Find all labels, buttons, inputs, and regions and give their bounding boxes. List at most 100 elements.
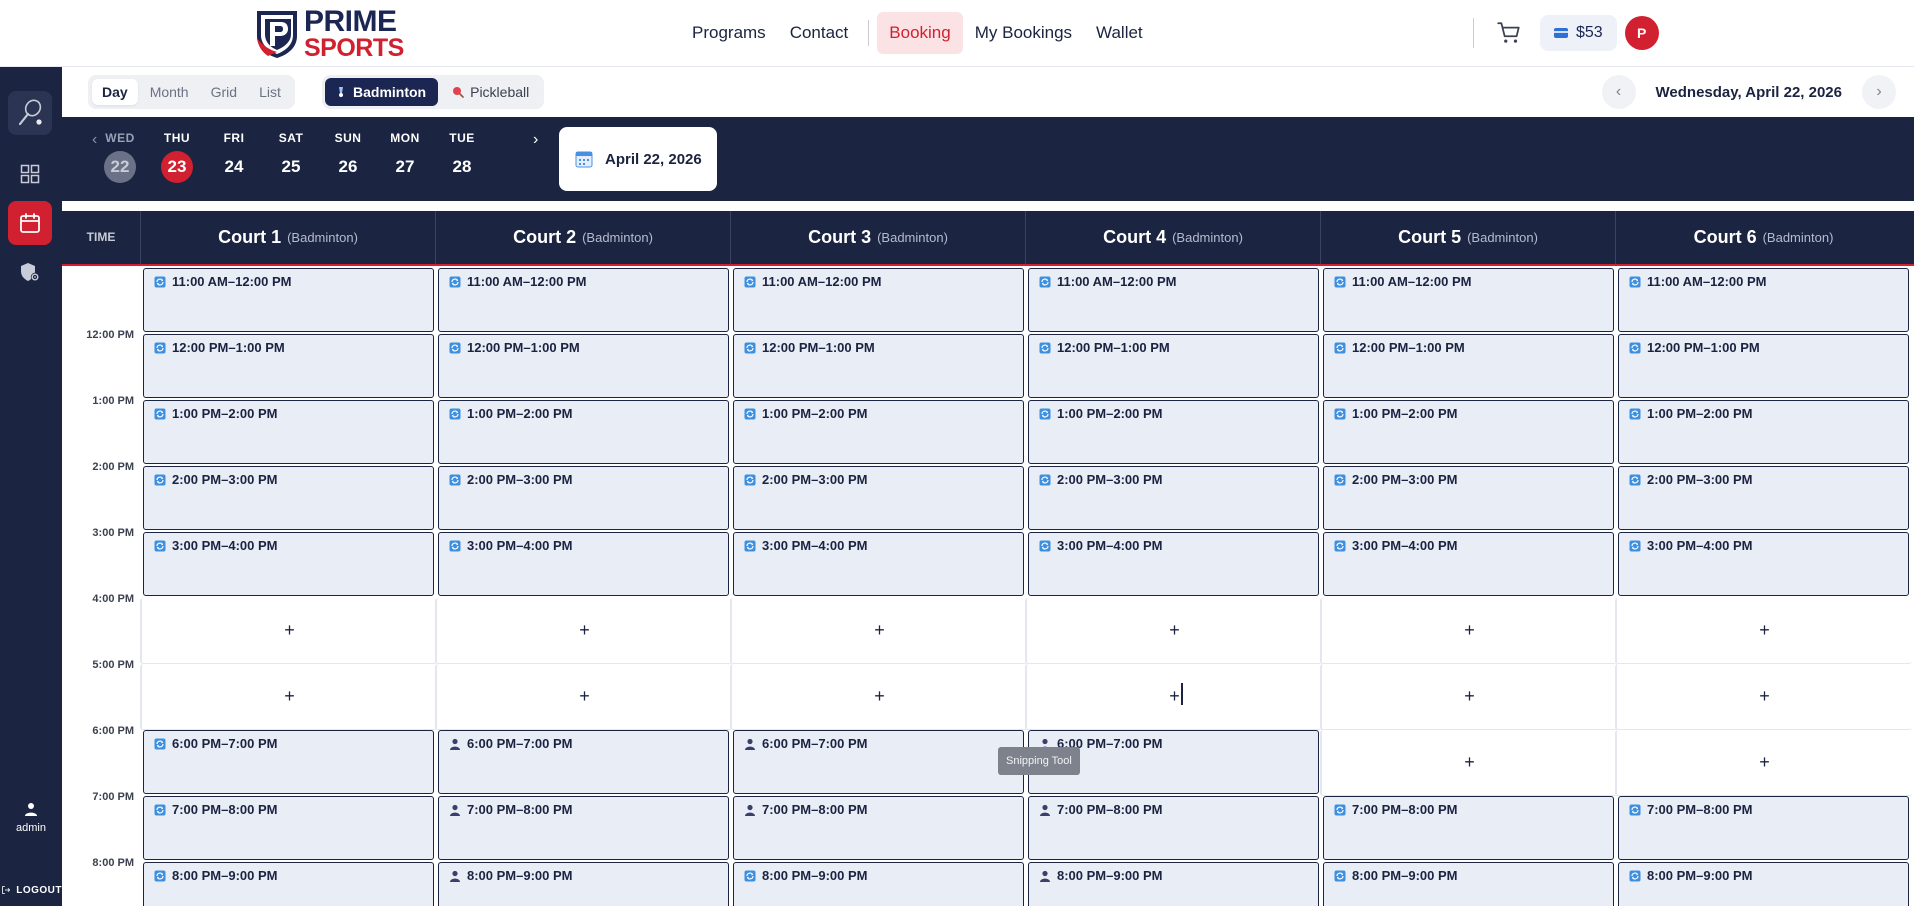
day-tue[interactable]: TUE 28 <box>437 131 487 183</box>
recurring-booking-slot[interactable]: 12:00 PM–1:00 PM <box>143 334 434 398</box>
recurring-booking-slot[interactable]: 8:00 PM–9:00 PM <box>1323 862 1614 906</box>
recurring-booking-slot[interactable]: 1:00 PM–2:00 PM <box>1323 400 1614 464</box>
recurring-booking-slot[interactable]: 12:00 PM–1:00 PM <box>1323 334 1614 398</box>
recurring-booking-slot[interactable]: 1:00 PM–2:00 PM <box>733 400 1024 464</box>
available-slot[interactable]: + <box>1320 664 1617 730</box>
recurring-booking-slot[interactable]: 3:00 PM–4:00 PM <box>143 532 434 596</box>
user-booking-slot[interactable]: 6:00 PM–7:00 PM <box>733 730 1024 794</box>
recurring-booking-slot[interactable]: 7:00 PM–8:00 PM <box>1323 796 1614 860</box>
slot-time: 7:00 PM–8:00 PM <box>1334 802 1458 817</box>
wallet-balance-button[interactable]: $53 <box>1540 15 1617 51</box>
view-tab-list[interactable]: List <box>249 79 291 105</box>
user-booking-slot[interactable]: 8:00 PM–9:00 PM <box>1028 862 1319 906</box>
recurring-booking-slot[interactable]: 12:00 PM–1:00 PM <box>1028 334 1319 398</box>
recurring-booking-slot[interactable]: 8:00 PM–9:00 PM <box>143 862 434 906</box>
available-slot[interactable]: + <box>140 598 437 664</box>
recurring-booking-slot[interactable]: 3:00 PM–4:00 PM <box>1323 532 1614 596</box>
recurring-booking-slot[interactable]: 12:00 PM–1:00 PM <box>438 334 729 398</box>
recurring-booking-slot[interactable]: 3:00 PM–4:00 PM <box>1028 532 1319 596</box>
sport-tab-pickleball[interactable]: Pickleball <box>442 78 541 106</box>
available-slot[interactable]: + <box>435 664 732 730</box>
sidebar-item-calendar[interactable] <box>8 201 52 245</box>
available-slot[interactable]: + <box>1025 664 1322 730</box>
recurring-booking-slot[interactable]: 1:00 PM–2:00 PM <box>438 400 729 464</box>
next-date-button[interactable]: › <box>1862 75 1896 109</box>
nav-my-bookings[interactable]: My Bookings <box>963 12 1084 54</box>
recurring-booking-slot[interactable]: 2:00 PM–3:00 PM <box>1028 466 1319 530</box>
recurring-booking-slot[interactable]: 6:00 PM–7:00 PM <box>143 730 434 794</box>
view-tab-grid[interactable]: Grid <box>201 79 247 105</box>
court-header-5: Court 5 (Badminton) <box>1321 211 1616 264</box>
recurring-booking-slot[interactable]: 11:00 AM–12:00 PM <box>1028 268 1319 332</box>
nav-wallet[interactable]: Wallet <box>1084 12 1155 54</box>
available-slot[interactable]: + <box>1320 598 1617 664</box>
recurring-booking-slot[interactable]: 8:00 PM–9:00 PM <box>733 862 1024 906</box>
sidebar-item-dashboard[interactable] <box>8 152 52 196</box>
recurring-booking-slot[interactable]: 12:00 PM–1:00 PM <box>733 334 1024 398</box>
recurring-booking-slot[interactable]: 1:00 PM–2:00 PM <box>1618 400 1909 464</box>
available-slot[interactable]: + <box>140 664 437 730</box>
prev-date-button[interactable]: ‹ <box>1601 75 1636 109</box>
slot-time-label: 8:00 PM–9:00 PM <box>1352 868 1458 883</box>
available-slot[interactable]: + <box>1320 730 1617 796</box>
recurring-booking-slot[interactable]: 2:00 PM–3:00 PM <box>143 466 434 530</box>
brand-logo[interactable]: PRIME SPORTS <box>254 5 404 61</box>
recurring-booking-slot[interactable]: 3:00 PM–4:00 PM <box>1618 532 1909 596</box>
user-avatar[interactable]: P <box>1624 16 1659 50</box>
recurring-booking-slot[interactable]: 3:00 PM–4:00 PM <box>733 532 1024 596</box>
user-booking-icon <box>450 804 460 816</box>
available-slot[interactable]: + <box>1615 664 1912 730</box>
available-slot[interactable]: + <box>730 598 1027 664</box>
recurring-booking-slot[interactable]: 7:00 PM–8:00 PM <box>1618 796 1909 860</box>
recurring-booking-slot[interactable]: 11:00 AM–12:00 PM <box>1323 268 1614 332</box>
recurring-booking-slot[interactable]: 2:00 PM–3:00 PM <box>438 466 729 530</box>
user-booking-slot[interactable]: 6:00 PM–7:00 PM <box>438 730 729 794</box>
recurring-booking-slot[interactable]: 7:00 PM–8:00 PM <box>143 796 434 860</box>
recurring-booking-slot[interactable]: 1:00 PM–2:00 PM <box>143 400 434 464</box>
nav-booking[interactable]: Booking <box>877 12 963 54</box>
user-booking-slot[interactable]: 7:00 PM–8:00 PM <box>438 796 729 860</box>
sport-tab-badminton[interactable]: Badminton <box>325 78 439 106</box>
day-wed[interactable]: WED 22 <box>95 131 145 183</box>
day-thu[interactable]: THU 23 <box>152 131 202 183</box>
day-sun[interactable]: SUN 26 <box>323 131 373 183</box>
available-slot[interactable]: + <box>730 664 1027 730</box>
slot-time: 11:00 AM–12:00 PM <box>154 274 291 289</box>
available-slot[interactable]: + <box>435 598 732 664</box>
day-of-week: SUN <box>334 131 362 145</box>
view-tab-month[interactable]: Month <box>140 79 199 105</box>
recurring-booking-slot[interactable]: 11:00 AM–12:00 PM <box>143 268 434 332</box>
day-mon[interactable]: MON 27 <box>380 131 430 183</box>
available-slot[interactable]: + <box>1615 598 1912 664</box>
recurring-booking-slot[interactable]: 1:00 PM–2:00 PM <box>1028 400 1319 464</box>
recurring-booking-slot[interactable]: 11:00 AM–12:00 PM <box>1618 268 1909 332</box>
user-booking-icon <box>745 738 755 750</box>
available-slot[interactable]: + <box>1615 730 1912 796</box>
date-strip-next-button[interactable]: › <box>533 131 538 149</box>
user-booking-slot[interactable]: 7:00 PM–8:00 PM <box>1028 796 1319 860</box>
brand-word-prime: PRIME <box>304 5 397 38</box>
add-booking-icon: + <box>1464 686 1475 706</box>
user-booking-slot[interactable]: 7:00 PM–8:00 PM <box>733 796 1024 860</box>
logout-button[interactable]: LOGOUT <box>0 879 62 901</box>
recurring-booking-slot[interactable]: 3:00 PM–4:00 PM <box>438 532 729 596</box>
cart-icon[interactable] <box>1496 20 1522 46</box>
available-slot[interactable]: + <box>1025 598 1322 664</box>
recurring-booking-slot[interactable]: 2:00 PM–3:00 PM <box>1323 466 1614 530</box>
recurring-booking-slot[interactable]: 2:00 PM–3:00 PM <box>1618 466 1909 530</box>
day-sat[interactable]: SAT 25 <box>266 131 316 183</box>
day-fri[interactable]: FRI 24 <box>209 131 259 183</box>
recurring-booking-slot[interactable]: 11:00 AM–12:00 PM <box>438 268 729 332</box>
sidebar-user[interactable]: admin <box>0 801 62 834</box>
recurring-booking-slot[interactable]: 12:00 PM–1:00 PM <box>1618 334 1909 398</box>
recurring-booking-slot[interactable]: 2:00 PM–3:00 PM <box>733 466 1024 530</box>
view-tab-day[interactable]: Day <box>92 79 138 105</box>
sidebar-item-security[interactable] <box>8 250 52 294</box>
nav-programs[interactable]: Programs <box>680 12 778 54</box>
recurring-booking-slot[interactable]: 8:00 PM–9:00 PM <box>1618 862 1909 906</box>
nav-contact[interactable]: Contact <box>778 12 861 54</box>
sidebar-item-sport[interactable] <box>8 91 52 135</box>
date-picker-button[interactable]: April 22, 2026 <box>559 127 717 191</box>
recurring-booking-slot[interactable]: 11:00 AM–12:00 PM <box>733 268 1024 332</box>
user-booking-slot[interactable]: 8:00 PM–9:00 PM <box>438 862 729 906</box>
